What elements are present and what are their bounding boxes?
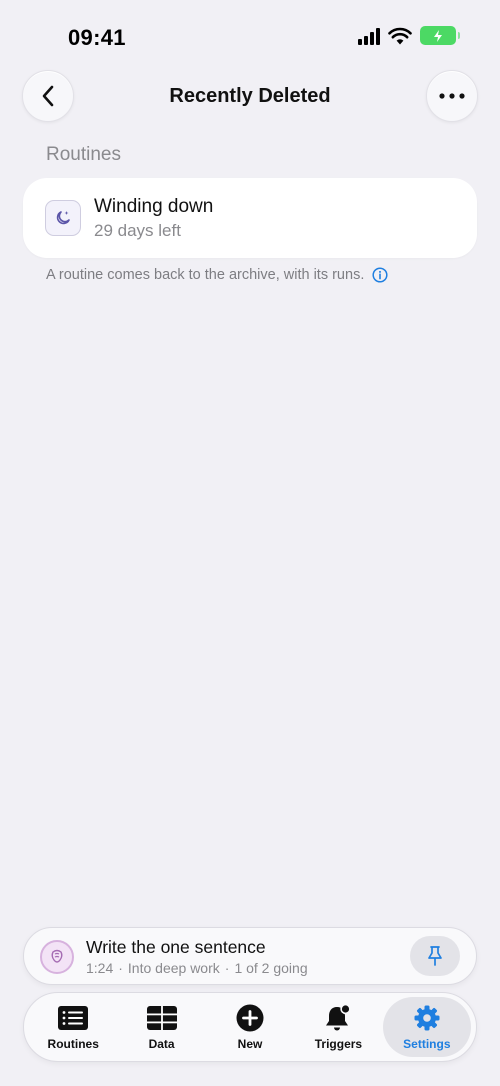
pin-icon (428, 946, 442, 966)
table-icon (146, 1004, 177, 1032)
deleted-routine-card[interactable]: Winding down 29 days left (23, 178, 477, 258)
plus-circle-icon (236, 1004, 264, 1032)
run-progress: 1 of 2 going (234, 960, 308, 976)
routine-days-left: 29 days left (94, 221, 181, 240)
tab-label-data: Data (148, 1036, 175, 1051)
now-running-subtitle: 1:24 · Into deep work · 1 of 2 going (86, 960, 308, 976)
status-time: 09:41 (68, 25, 126, 50)
info-icon[interactable] (372, 267, 388, 283)
status-icons (358, 26, 460, 45)
footnote: A routine comes back to the archive, wit… (46, 267, 388, 283)
bell-badge-icon (323, 1003, 353, 1032)
gear-icon (413, 1004, 441, 1032)
more-options-button[interactable] (426, 70, 478, 122)
wifi-icon (388, 27, 412, 44)
tab-new[interactable]: New (206, 997, 294, 1057)
tab-triggers[interactable]: Triggers (294, 997, 382, 1057)
routine-avatar-icon (40, 940, 74, 974)
tab-routines[interactable]: Routines (29, 997, 117, 1057)
page-title: Recently Deleted (169, 85, 331, 107)
moon-sparkle-icon (45, 200, 81, 236)
section-header-routines: Routines (46, 144, 121, 165)
tab-label-new: New (237, 1036, 263, 1051)
now-running-bar[interactable]: Write the one sentence 1:24 · Into deep wo… (23, 927, 477, 985)
list-icon (58, 1004, 89, 1032)
footnote-text: A routine comes back to the archive, wit… (46, 267, 365, 283)
pin-button[interactable] (410, 936, 460, 976)
tab-label-settings: Settings (403, 1036, 451, 1051)
tab-label-triggers: Triggers (314, 1036, 363, 1051)
ellipsis-icon (439, 93, 465, 99)
cellular-signal-icon (358, 27, 380, 45)
current-stage: Into deep work (127, 960, 220, 976)
tab-settings[interactable]: Settings (382, 997, 472, 1057)
routine-title: Winding down (94, 196, 214, 217)
tab-data[interactable]: Data (117, 997, 205, 1057)
now-running-title: Write the one sentence (86, 937, 266, 957)
elapsed-time: 1:24 (86, 960, 114, 976)
status-bar: 09:41 (0, 0, 500, 70)
battery-charging-icon (420, 26, 460, 45)
tab-bar: Routines Data New Triggers Settings (23, 992, 477, 1062)
tab-label-routines: Routines (47, 1036, 99, 1051)
